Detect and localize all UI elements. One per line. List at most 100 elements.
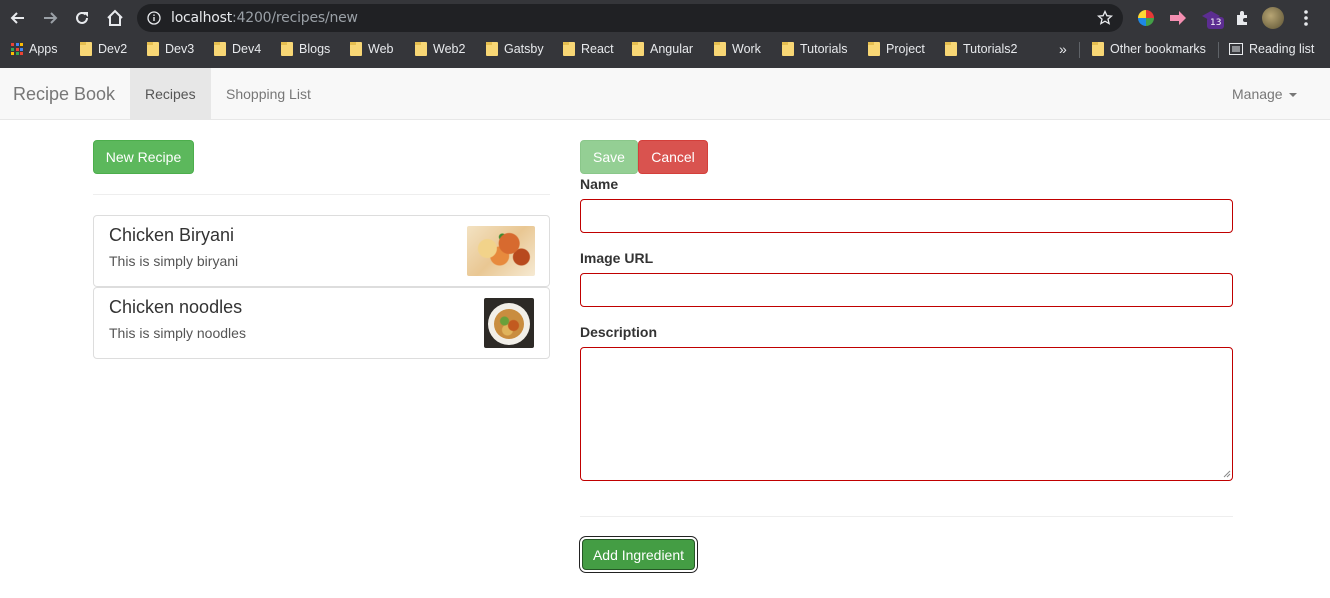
arrow-right-icon [44, 12, 58, 24]
recipe-description: This is simply biryani [109, 253, 239, 269]
folder-icon [868, 42, 880, 56]
folder-icon [945, 42, 957, 56]
profile-avatar[interactable] [1262, 7, 1284, 29]
home-button[interactable] [103, 6, 127, 30]
resize-grip-icon[interactable] [1221, 468, 1231, 478]
url-text[interactable]: localhost:4200/recipes/new [171, 10, 358, 26]
bookmark-gatsby[interactable]: Gatsby [486, 36, 544, 62]
bookmarks-divider [1079, 42, 1080, 58]
puzzle-icon[interactable] [1232, 8, 1252, 28]
bookmark-label: Other bookmarks [1110, 42, 1206, 56]
divider [580, 516, 1233, 517]
bookmark-react[interactable]: React [563, 36, 614, 62]
divider [93, 194, 550, 195]
manage-label: Manage [1232, 86, 1283, 102]
description-textarea[interactable] [580, 347, 1233, 481]
new-recipe-label: New Recipe [105, 149, 182, 165]
extension-badge: 13 [1207, 17, 1225, 29]
bookmark-label: Project [886, 42, 925, 56]
manage-dropdown[interactable]: Manage [1232, 86, 1297, 102]
bookmark-tutorials2[interactable]: Tutorials2 [945, 36, 1017, 62]
folder-icon [415, 42, 427, 56]
bookmark-label: Dev4 [232, 42, 262, 56]
arrow-extension-icon[interactable] [1168, 8, 1188, 28]
bookmark-apps[interactable]: Apps [11, 36, 58, 62]
bookmark-work[interactable]: Work [714, 36, 761, 62]
image-url-label: Image URL [580, 250, 654, 266]
folder-icon [714, 42, 726, 56]
reading-list-icon [1229, 43, 1243, 55]
bookmark-label: Dev3 [165, 42, 195, 56]
bookmark-web2[interactable]: Web2 [415, 36, 465, 62]
bookmark-label: Angular [650, 42, 694, 56]
address-bar[interactable]: localhost:4200/recipes/new [137, 4, 1123, 32]
bookmark-label: Web2 [433, 42, 466, 56]
bookmark-label: Tutorials2 [963, 42, 1018, 56]
add-ingredient-label: Add Ingredient [592, 546, 685, 563]
folder-icon [1092, 42, 1104, 56]
bookmarks-bar: Apps Dev2 Dev3 Dev4 Blogs Web Web2 Gatsb… [0, 36, 1330, 68]
add-ingredient-button[interactable]: Add Ingredient [582, 539, 695, 570]
info-icon[interactable] [147, 11, 161, 25]
url-path: :4200/recipes/new [232, 10, 358, 26]
back-button[interactable] [6, 6, 30, 30]
bookmark-dev2[interactable]: Dev2 [80, 36, 127, 62]
new-recipe-button[interactable]: New Recipe [93, 140, 194, 174]
folder-icon [350, 42, 362, 56]
folder-icon [80, 42, 92, 56]
apps-grid-icon [11, 43, 23, 55]
reading-list-label: Reading list [1249, 42, 1315, 56]
recipe-item[interactable]: Chicken Biryani This is simply biryani [93, 215, 550, 287]
folder-icon [486, 42, 498, 56]
recipe-description: This is simply noodles [109, 325, 246, 341]
folder-icon [563, 42, 575, 56]
name-label: Name [580, 176, 619, 192]
reading-list-button[interactable]: Reading list [1229, 36, 1314, 62]
nav-recipes[interactable]: Recipes [130, 68, 211, 119]
recipe-item[interactable]: Chicken noodles This is simply noodles [93, 287, 550, 359]
cancel-button[interactable]: Cancel [638, 140, 708, 174]
bookmark-label: React [581, 42, 614, 56]
forward-button[interactable] [38, 6, 62, 30]
bookmark-blogs[interactable]: Blogs [281, 36, 330, 62]
overflow-label: » [1059, 41, 1067, 57]
bookmark-label: Blogs [299, 42, 331, 56]
reload-button[interactable] [70, 6, 94, 30]
reload-icon [76, 11, 88, 24]
brand-title[interactable]: Recipe Book [13, 84, 115, 105]
arrow-left-icon [10, 12, 24, 24]
nav-recipes-label: Recipes [145, 85, 196, 102]
bookmark-dev4[interactable]: Dev4 [214, 36, 261, 62]
kebab-menu-icon[interactable] [1300, 8, 1312, 28]
recipe-name: Chicken Biryani [109, 225, 235, 245]
bookmark-label: Gatsby [504, 42, 544, 56]
nav-shopping-list-label: Shopping List [226, 85, 311, 102]
folder-icon [632, 42, 644, 56]
folder-icon [147, 42, 159, 56]
nav-shopping-list[interactable]: Shopping List [211, 68, 326, 119]
bookmark-other[interactable]: Other bookmarks [1092, 36, 1206, 62]
folder-icon [782, 42, 794, 56]
save-button[interactable]: Save [580, 140, 638, 174]
folder-icon [214, 42, 226, 56]
bookmark-tutorials[interactable]: Tutorials [782, 36, 847, 62]
bookmark-angular[interactable]: Angular [632, 36, 693, 62]
bookmark-label: Apps [29, 42, 58, 56]
color-wheel-extension-icon[interactable] [1136, 8, 1156, 28]
recipe-name: Chicken noodles [109, 297, 243, 317]
recipe-image [467, 226, 535, 276]
image-url-input[interactable] [580, 273, 1233, 307]
url-host: localhost [171, 10, 233, 26]
bookmark-web[interactable]: Web [350, 36, 393, 62]
bookmark-label: Tutorials [800, 42, 848, 56]
cancel-label: Cancel [651, 149, 695, 165]
star-icon[interactable] [1097, 10, 1113, 26]
browser-toolbar: localhost:4200/recipes/new 13 [0, 0, 1330, 36]
name-input[interactable] [580, 199, 1233, 233]
bookmark-project[interactable]: Project [868, 36, 925, 62]
bookmarks-overflow-button[interactable]: » [1059, 36, 1067, 62]
bookmark-dev3[interactable]: Dev3 [147, 36, 194, 62]
bookmark-label: Web [368, 42, 394, 56]
recipe-image [484, 298, 534, 348]
bookmark-label: Dev2 [98, 42, 128, 56]
